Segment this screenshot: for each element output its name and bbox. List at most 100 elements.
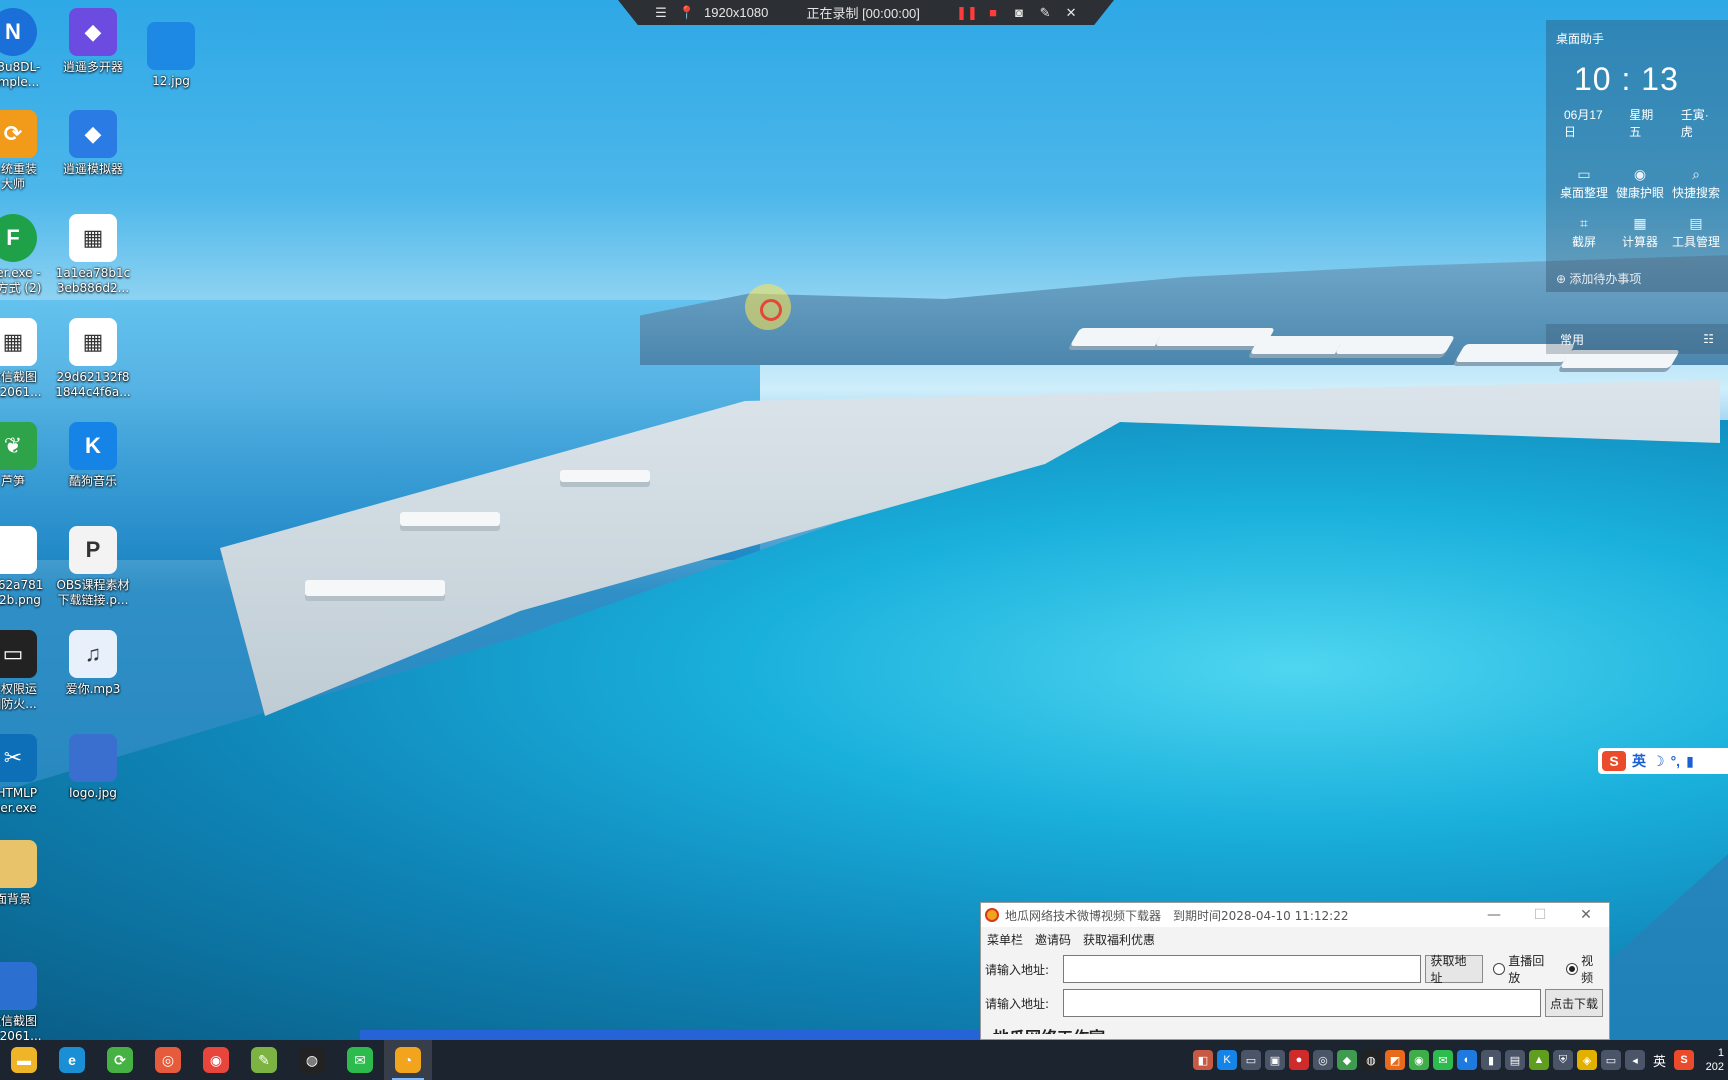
tray-chip-icon[interactable]: ▤ xyxy=(1504,1050,1525,1070)
qr-image-icon: ▦ xyxy=(69,318,117,366)
taskbar-app[interactable]: e xyxy=(48,1040,96,1080)
desktop-icon[interactable]: ⟳ 系统重装大师 xyxy=(0,110,56,192)
tray-volume-icon[interactable]: ◂ xyxy=(1624,1050,1645,1070)
widget-tool-eye[interactable]: ◉ 健康护眼 xyxy=(1612,166,1668,201)
taskbar-app[interactable]: ◉ xyxy=(192,1040,240,1080)
taskbar-app[interactable]: ⟳ xyxy=(96,1040,144,1080)
menu-icon[interactable]: ☰ xyxy=(652,4,670,22)
menu-item-2[interactable]: 获取福利优惠 xyxy=(1083,931,1155,948)
desktop-icon-label: 逍遥模拟器 xyxy=(62,162,123,176)
taskbar-app[interactable]: ✎ xyxy=(240,1040,288,1080)
ime-lang-toggle[interactable]: 英 xyxy=(1632,751,1646,771)
widget-tool-crop[interactable]: ⌗ 截屏 xyxy=(1556,215,1612,250)
taskbar-app[interactable]: ✉ xyxy=(336,1040,384,1080)
maximize-button[interactable]: ☐ xyxy=(1517,907,1563,923)
sogou-tray-icon[interactable]: S xyxy=(1674,1050,1694,1070)
tray-screen-icon[interactable]: ▣ xyxy=(1264,1050,1285,1070)
close-button[interactable]: ✕ xyxy=(1563,907,1609,923)
green-diamond-icon: F xyxy=(0,214,37,262)
tray-lang-indicator[interactable]: 英 xyxy=(1653,1051,1666,1070)
taskbar-clock[interactable]: 1 202 xyxy=(1698,1046,1724,1074)
desktop-icon[interactable]: ❦ 芦笋 xyxy=(0,422,56,489)
add-todo-link[interactable]: ⊕ 添加待办事项 xyxy=(1556,270,1718,287)
tray-disc-icon[interactable]: ◎ xyxy=(1312,1050,1333,1070)
desktop-icon[interactable]: logo.jpg xyxy=(50,734,136,801)
taskbar-app[interactable]: ◔ xyxy=(384,1040,432,1080)
pen-icon[interactable]: ✎ xyxy=(1036,4,1054,22)
widget-lunar: 壬寅·虎 xyxy=(1680,108,1709,139)
desktop-icon[interactable]: ✂ EHTMLPrser.exe xyxy=(0,734,56,816)
close-icon[interactable]: ✕ xyxy=(1062,4,1080,22)
tray-obs-icon[interactable]: ◍ xyxy=(1360,1050,1381,1070)
widget-date: 06月17日 xyxy=(1564,108,1603,139)
edge-icon: e xyxy=(59,1047,85,1073)
tray-app-icon[interactable]: ◧ xyxy=(1192,1050,1213,1070)
widget-tool-calculator[interactable]: ▦ 计算器 xyxy=(1612,215,1668,250)
desktop-icon[interactable]: Nm3u8DL-Simple... xyxy=(0,8,56,90)
radio-live-dot[interactable] xyxy=(1493,963,1506,975)
moon-icon[interactable]: ☽ xyxy=(1652,753,1665,770)
desktop-icon[interactable]: 微信截图022061... xyxy=(0,962,56,1044)
pin-icon[interactable]: 📍 xyxy=(678,4,696,22)
desktop-icon[interactable]: 面背景 xyxy=(0,840,56,907)
camera-icon[interactable]: ◙ xyxy=(1010,4,1028,22)
recording-status: 正在录制 [00:00:00] xyxy=(806,6,920,21)
desktop-icon[interactable]: ▦ 29d62132f8 1844c4f6a... xyxy=(50,318,136,400)
menu-item-1[interactable]: 邀请码 xyxy=(1035,931,1071,948)
minimize-button[interactable]: — xyxy=(1471,907,1517,923)
tray-yellow-icon[interactable]: ◈ xyxy=(1576,1050,1597,1070)
menu-item-0[interactable]: 菜单栏 xyxy=(987,931,1023,948)
tray-360-icon[interactable]: ◐ xyxy=(1456,1050,1477,1070)
pause-icon[interactable]: ❚❚ xyxy=(956,4,978,22)
tray-orange-icon[interactable]: ◩ xyxy=(1384,1050,1405,1070)
widget-tool-monitor[interactable]: ▭ 桌面整理 xyxy=(1556,166,1612,201)
desktop-icon[interactable]: 12.jpg xyxy=(128,22,214,89)
tray-shield-icon[interactable]: ⛨ xyxy=(1552,1050,1573,1070)
ime-toolbar[interactable]: S 英 ☽ °, ▮ xyxy=(1598,748,1728,774)
desktop-icon[interactable]: Fdler.exe -捷方式 (2) xyxy=(0,214,56,296)
desktop-icon[interactable]: ▭ 受权限运闭防火... xyxy=(0,630,56,712)
radio-video-dot[interactable] xyxy=(1566,963,1579,975)
taskbar-app[interactable]: ◍ xyxy=(288,1040,336,1080)
menu-bar: 菜单栏 邀请码 获取福利优惠 xyxy=(981,927,1609,952)
common-section-header[interactable]: 常用 ☷ xyxy=(1546,324,1728,354)
desktop-icon[interactable]: K 酷狗音乐 xyxy=(50,422,136,489)
url-input-1[interactable] xyxy=(1062,955,1422,983)
radio-live-replay[interactable]: 直播回放 xyxy=(1493,952,1556,986)
tray-k-icon[interactable]: K xyxy=(1216,1050,1237,1070)
tray-nvidia-icon[interactable]: ▲ xyxy=(1528,1050,1549,1070)
tray-record-icon[interactable]: ● xyxy=(1288,1050,1309,1070)
desktop-icon[interactable]: 5062a781ac2b.png xyxy=(0,526,56,608)
radio-video[interactable]: 视频 xyxy=(1566,952,1605,986)
tray-network-icon[interactable]: ▭ xyxy=(1600,1050,1621,1070)
widget-tool-search[interactable]: ⌕ 快捷搜索 xyxy=(1668,166,1724,201)
window-titlebar[interactable]: 地瓜网络技术微博视频下载器 到期时间2028-04-10 11:12:22 — … xyxy=(981,903,1609,927)
desktop-icon[interactable]: ▦ 微信截图022061... xyxy=(0,318,56,400)
desktop-icon[interactable]: ▦ 1a1ea78b1c 3eb886d2... xyxy=(50,214,136,296)
tray-mic-icon[interactable]: ▮ xyxy=(1480,1050,1501,1070)
tray-green-icon[interactable]: ◆ xyxy=(1336,1050,1357,1070)
desktop-icon[interactable]: ♫ 爱你.mp3 xyxy=(50,630,136,697)
list-icon[interactable]: ☷ xyxy=(1703,332,1714,346)
url-input-2[interactable] xyxy=(1063,989,1541,1017)
tray-wechat-icon[interactable]: ✉ xyxy=(1432,1050,1453,1070)
tray-chat-icon[interactable]: ▭ xyxy=(1240,1050,1261,1070)
punctuation-icon[interactable]: °, xyxy=(1671,753,1681,769)
desktop-icon[interactable]: ◆ 逍遥模拟器 xyxy=(50,110,136,177)
file-explorer-icon: ▬ xyxy=(11,1047,37,1073)
taskbar-app[interactable]: ▬ xyxy=(0,1040,48,1080)
desktop-icon[interactable]: ◆ 逍遥多开器 xyxy=(50,8,136,75)
widget-tool-tools[interactable]: ▤ 工具管理 xyxy=(1668,215,1724,250)
fetch-address-button[interactable]: 获取地址 xyxy=(1425,954,1484,985)
widget-tool-label: 桌面整理 xyxy=(1559,186,1608,200)
microphone-icon[interactable]: ▮ xyxy=(1686,753,1694,770)
download-button[interactable]: 点击下载 xyxy=(1545,989,1604,1017)
stop-icon[interactable]: ■ xyxy=(984,4,1002,22)
tray-green2-icon[interactable]: ◉ xyxy=(1408,1050,1429,1070)
expire-time: 到期时间2028-04-10 11:12:22 xyxy=(1173,908,1349,923)
desktop-icon[interactable]: P OBS课程素材 下载链接.p... xyxy=(50,526,136,608)
sogou-logo-icon[interactable]: S xyxy=(1602,751,1626,771)
desktop-icon-label: 5062a781ac2b.png xyxy=(0,578,44,607)
taskbar-app[interactable]: ◎ xyxy=(144,1040,192,1080)
tools-icon: ▤ xyxy=(1689,215,1703,231)
